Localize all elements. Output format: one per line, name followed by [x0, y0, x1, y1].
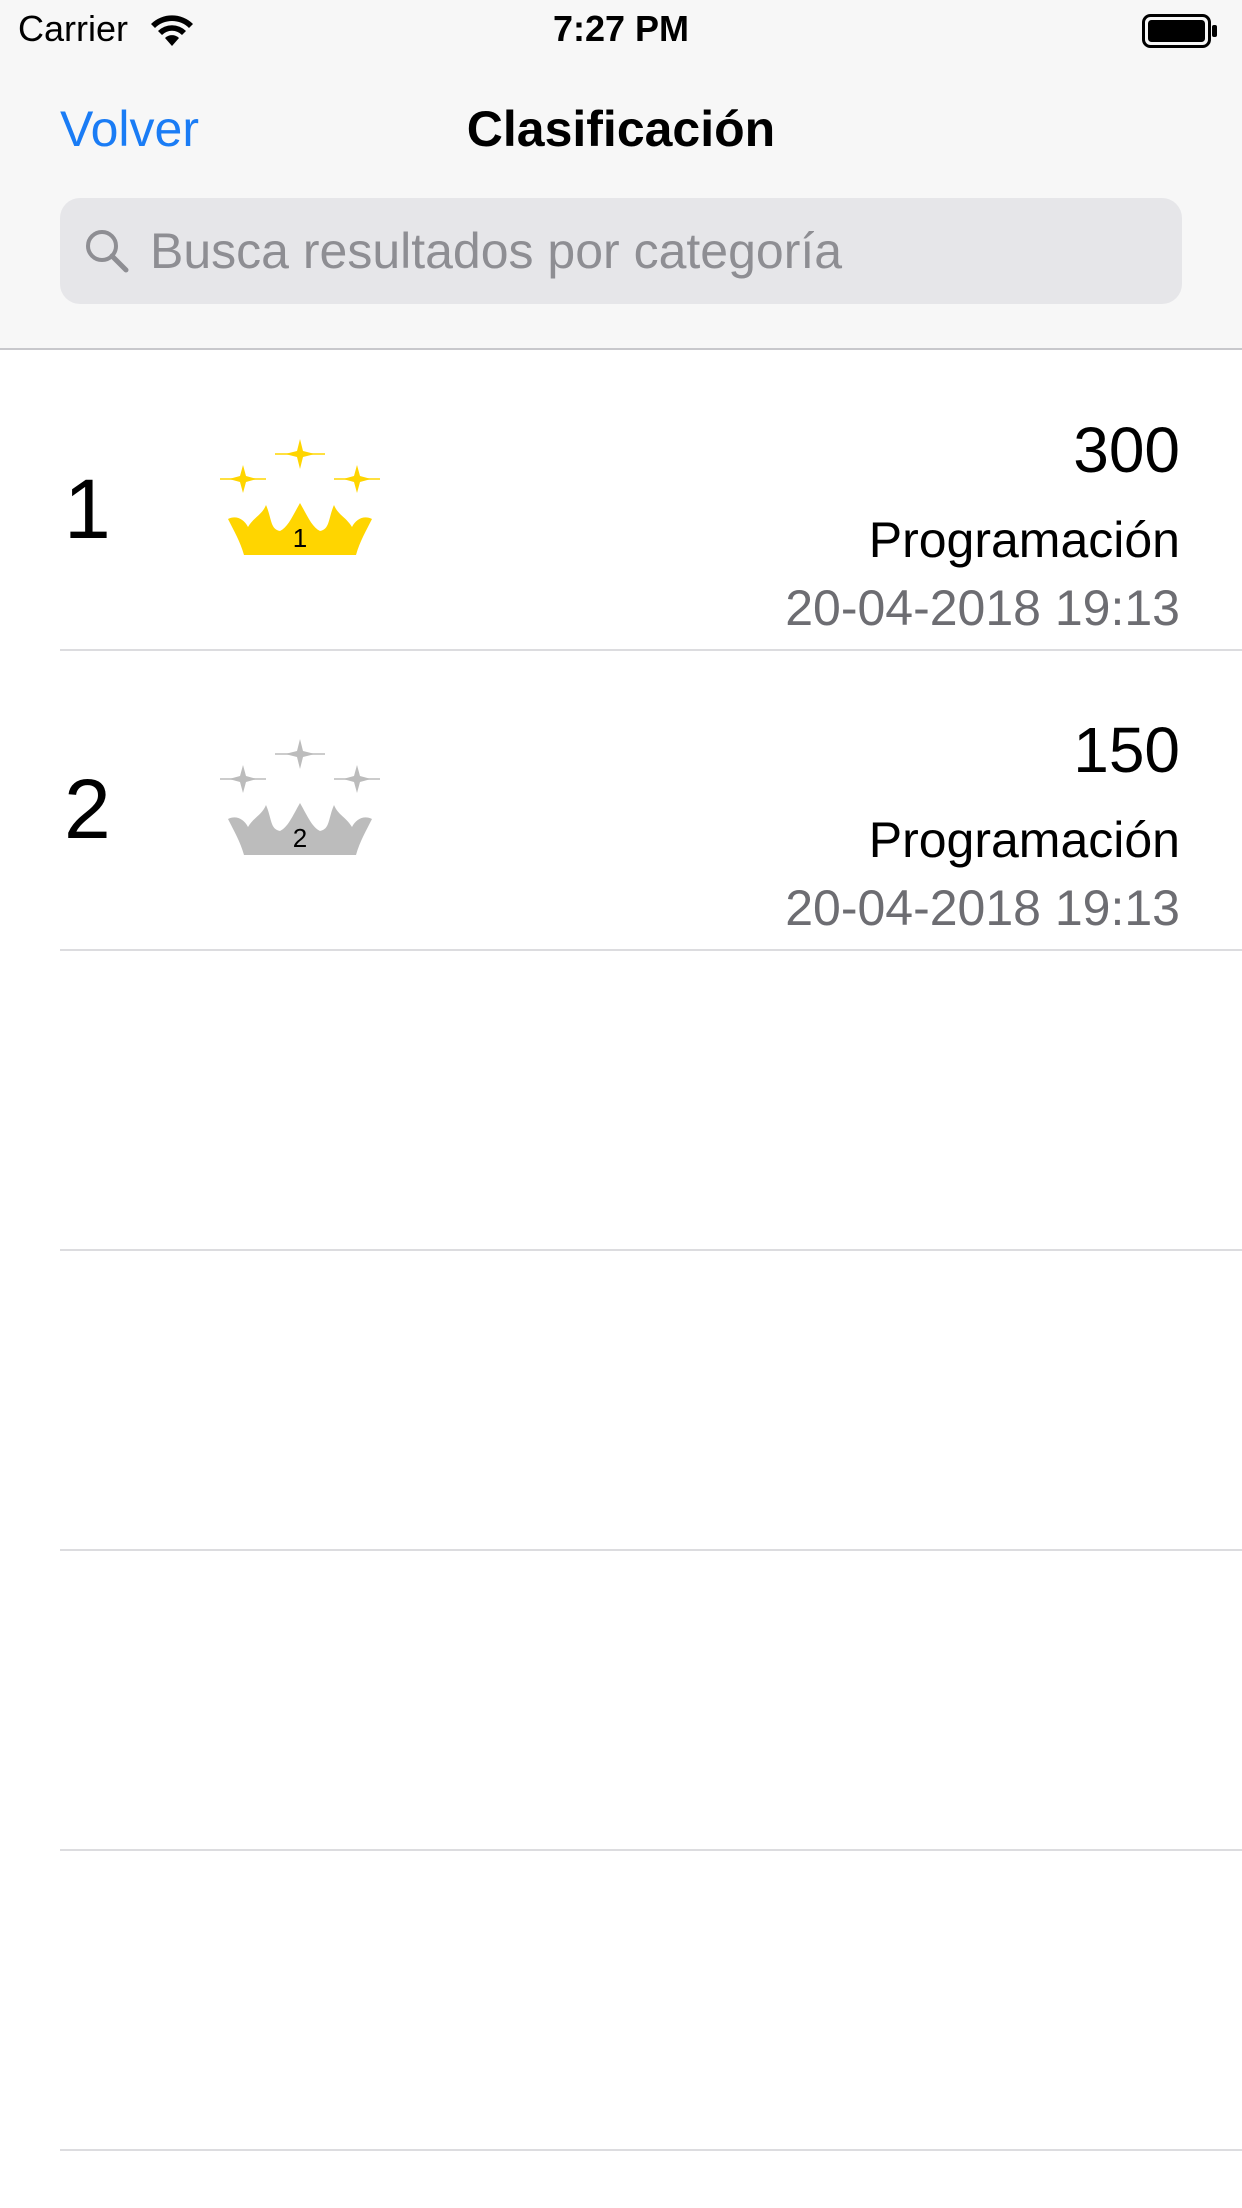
- navigation-bar: Volver Clasificación: [0, 60, 1242, 190]
- row-separator: [60, 2149, 1242, 2151]
- date-label: 20-04-2018 19:13: [785, 580, 1180, 636]
- ranking-list: 1 1 300 Programación 20-04-2018 19:13 2 …: [0, 351, 1242, 2151]
- rank-number: 2: [64, 762, 111, 856]
- crown-badge-number: 1: [293, 523, 307, 553]
- empty-row: [0, 1551, 1242, 1851]
- score-value: 300: [1073, 414, 1180, 486]
- gold-crown-icon: 1: [220, 439, 380, 555]
- search-input[interactable]: [146, 198, 1160, 304]
- empty-row: [0, 1251, 1242, 1551]
- header: Carrier 7:27 PM Volver Clasificación: [0, 0, 1242, 350]
- ranking-row[interactable]: 2 2 150 Programación 20-04-2018 19:13: [0, 651, 1242, 951]
- page-title: Clasificación: [466, 101, 776, 157]
- date-label: 20-04-2018 19:13: [785, 880, 1180, 936]
- category-label: Programación: [868, 812, 1180, 868]
- empty-row: [0, 1851, 1242, 2151]
- score-value: 150: [1073, 714, 1180, 786]
- crown-badge-number: 2: [293, 823, 307, 853]
- search-icon: [86, 230, 129, 273]
- clock: 7:27 PM: [552, 8, 690, 49]
- battery-icon: [1142, 14, 1217, 48]
- rank-number: 1: [64, 462, 111, 556]
- ranking-row[interactable]: 1 1 300 Programación 20-04-2018 19:13: [0, 351, 1242, 651]
- category-label: Programación: [868, 512, 1180, 568]
- empty-row: [0, 951, 1242, 1251]
- search-bar[interactable]: [60, 198, 1182, 304]
- ranking-screen: Carrier 7:27 PM Volver Clasificación Bus…: [0, 0, 1242, 2208]
- silver-crown-icon: 2: [220, 739, 380, 855]
- status-bar: Carrier 7:27 PM: [0, 0, 1242, 60]
